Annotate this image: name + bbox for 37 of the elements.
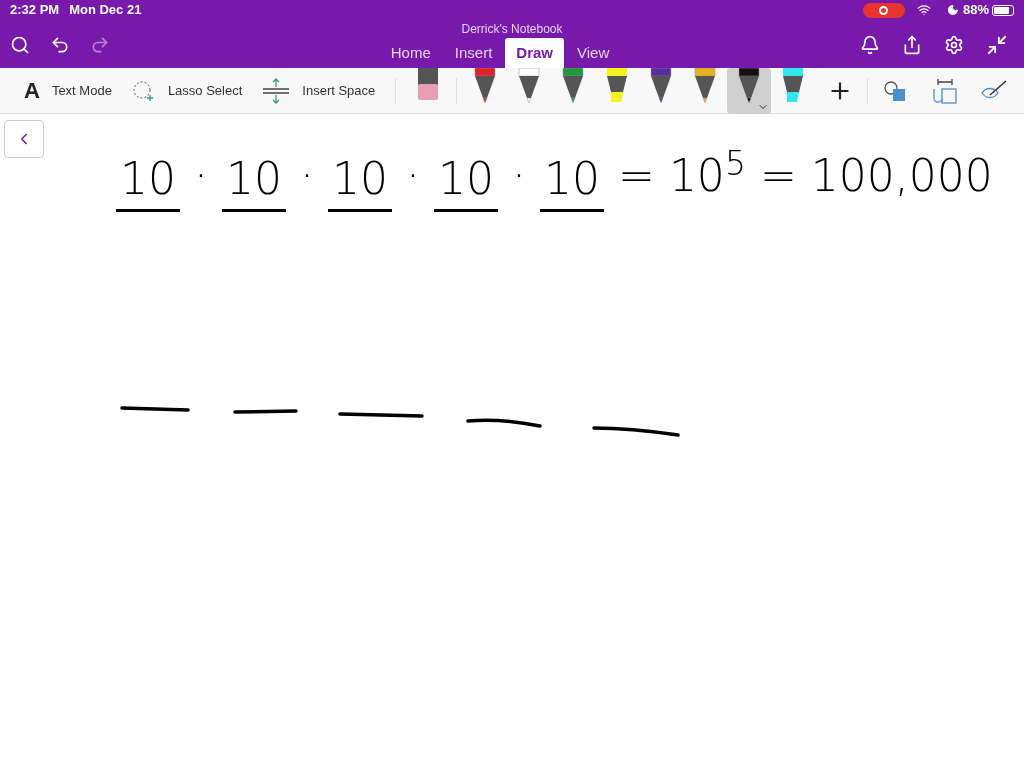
convert-shape-icon[interactable] [930,76,959,105]
ribbon-tab[interactable]: View [566,38,621,68]
tool-button[interactable]: Lasso Select [131,79,243,102]
collapse-icon[interactable] [986,34,1008,56]
handwritten-ink: · [194,154,208,203]
letter-icon: A [24,79,40,102]
handwritten-ink: · [300,154,314,203]
handwritten-ink: = [618,154,655,203]
handwritten-ink: 10 [434,157,498,212]
handwritten-ink: 10 [116,157,180,212]
lasso-icon [131,79,156,102]
tool-button[interactable]: Insert Space [262,77,376,104]
pen-button[interactable] [727,67,772,114]
tool-button[interactable]: A Text Mode [24,79,112,102]
status-time: 2:32 PM [10,1,60,20]
settings-icon[interactable] [944,35,964,55]
battery-icon [992,4,1014,16]
window-title: Derrick's Notebook [461,21,563,38]
handwritten-ink: · [406,154,420,203]
wifi-icon [916,3,931,17]
moon-icon [946,4,959,16]
handwritten-ink: 10 [328,157,392,212]
undo-icon[interactable] [50,35,70,55]
handwritten-ink: 10 [222,157,286,212]
notification-icon[interactable] [860,35,880,55]
ribbon-tab[interactable]: Home [379,38,442,68]
handwritten-ink: · [512,154,526,203]
handwritten-ink: = [759,154,797,203]
search-icon[interactable] [10,35,30,55]
battery-percent: 88% [962,1,989,20]
handwritten-ink: 100,000 [810,154,993,203]
ribbon-tab[interactable]: Insert [443,38,504,68]
redo-icon[interactable] [90,35,110,55]
handwritten-ink: 10 [540,157,604,212]
share-icon[interactable] [902,35,922,55]
status-date: Mon Dec 21 [69,1,142,20]
insert-space-icon [262,77,291,104]
